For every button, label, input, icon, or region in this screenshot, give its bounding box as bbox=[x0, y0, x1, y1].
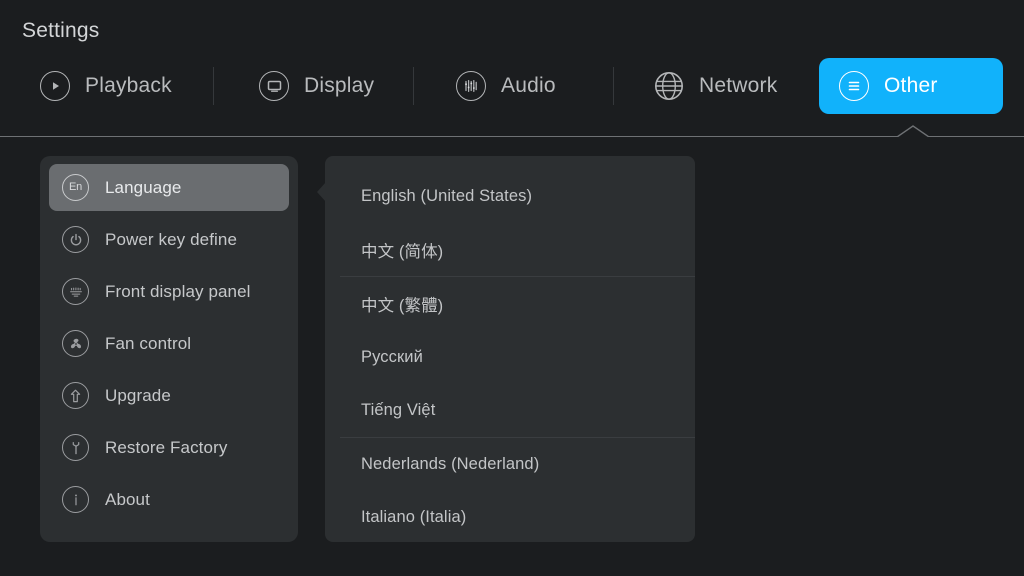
list-item[interactable]: Tiếng Việt bbox=[325, 384, 695, 438]
list-item[interactable]: English (United States) bbox=[325, 170, 695, 224]
sidebar-item-upgrade[interactable]: Upgrade bbox=[49, 372, 289, 419]
sidebar-item-about[interactable]: About bbox=[49, 476, 289, 523]
sidebar-item-fan-control[interactable]: Fan control bbox=[49, 320, 289, 367]
sidebar-item-restore-factory[interactable]: Restore Factory bbox=[49, 424, 289, 471]
settings-screen: Settings Playback Display Audio Network … bbox=[0, 0, 1024, 576]
nav-divider-line bbox=[0, 136, 1024, 137]
nav-separator-2 bbox=[413, 67, 414, 105]
play-circle-icon bbox=[40, 71, 70, 101]
sidebar-item-about-label: About bbox=[105, 489, 150, 509]
sidebar-item-front-display-panel-label: Front display panel bbox=[105, 281, 251, 301]
nav-separator-3 bbox=[613, 67, 614, 105]
language-option-label: Italiano (Italia) bbox=[361, 508, 467, 527]
tab-display[interactable]: Display bbox=[243, 58, 390, 114]
top-navigation-bar: Playback Display Audio Network Other bbox=[0, 58, 1024, 118]
tab-playback-label: Playback bbox=[85, 74, 172, 97]
language-option-label: 中文 (简体) bbox=[361, 243, 444, 262]
list-item[interactable]: Italiano (Italia) bbox=[325, 491, 695, 542]
sidebar-item-upgrade-label: Upgrade bbox=[105, 385, 171, 405]
tab-audio[interactable]: Audio bbox=[440, 58, 572, 114]
list-item[interactable]: Русский bbox=[325, 331, 695, 385]
list-item[interactable]: 中文 (简体) bbox=[325, 224, 695, 278]
tab-other[interactable]: Other bbox=[819, 58, 1003, 114]
active-tab-caret-icon bbox=[897, 125, 929, 137]
sidebar-item-fan-control-label: Fan control bbox=[105, 333, 192, 353]
monitor-icon bbox=[259, 71, 289, 101]
equalizer-icon bbox=[456, 71, 486, 101]
tab-network-label: Network bbox=[699, 74, 778, 97]
language-option-label: English (United States) bbox=[361, 187, 533, 206]
fan-icon bbox=[62, 330, 89, 357]
sidebar-item-restore-factory-label: Restore Factory bbox=[105, 437, 228, 457]
page-title: Settings bbox=[22, 19, 100, 42]
sidebar-item-language[interactable]: En Language bbox=[49, 164, 289, 211]
en-badge-icon: En bbox=[62, 174, 89, 201]
language-option-label: Русский bbox=[361, 347, 423, 366]
settings-sidebar-panel: En Language Power key define Front displ… bbox=[40, 156, 298, 542]
sidebar-item-power-key-define-label: Power key define bbox=[105, 229, 238, 249]
tab-audio-label: Audio bbox=[501, 74, 556, 97]
wrench-icon bbox=[62, 434, 89, 461]
tab-network[interactable]: Network bbox=[638, 58, 793, 114]
menu-lines-icon bbox=[839, 71, 869, 101]
language-option-label: Nederlands (Nederland) bbox=[361, 454, 540, 473]
list-item[interactable]: Nederlands (Nederland) bbox=[325, 438, 695, 492]
info-icon bbox=[62, 486, 89, 513]
vfd-panel-icon bbox=[62, 278, 89, 305]
tab-display-label: Display bbox=[304, 74, 375, 97]
nav-separator-1 bbox=[213, 67, 214, 105]
tab-playback[interactable]: Playback bbox=[24, 58, 188, 114]
globe-icon bbox=[654, 71, 684, 101]
language-option-label: Tiếng Việt bbox=[361, 401, 436, 420]
tab-other-label: Other bbox=[884, 74, 938, 97]
sidebar-item-language-label: Language bbox=[105, 177, 182, 197]
sidebar-item-front-display-panel[interactable]: Front display panel bbox=[49, 268, 289, 315]
upgrade-arrow-icon bbox=[62, 382, 89, 409]
sidebar-item-power-key-define[interactable]: Power key define bbox=[49, 216, 289, 263]
power-icon bbox=[62, 226, 89, 253]
en-badge-label: En bbox=[68, 181, 83, 193]
language-list-panel[interactable]: English (United States) 中文 (简体) 中文 (繁體) … bbox=[325, 156, 695, 542]
list-item[interactable]: 中文 (繁體) bbox=[325, 277, 695, 331]
language-option-label: 中文 (繁體) bbox=[361, 296, 444, 315]
